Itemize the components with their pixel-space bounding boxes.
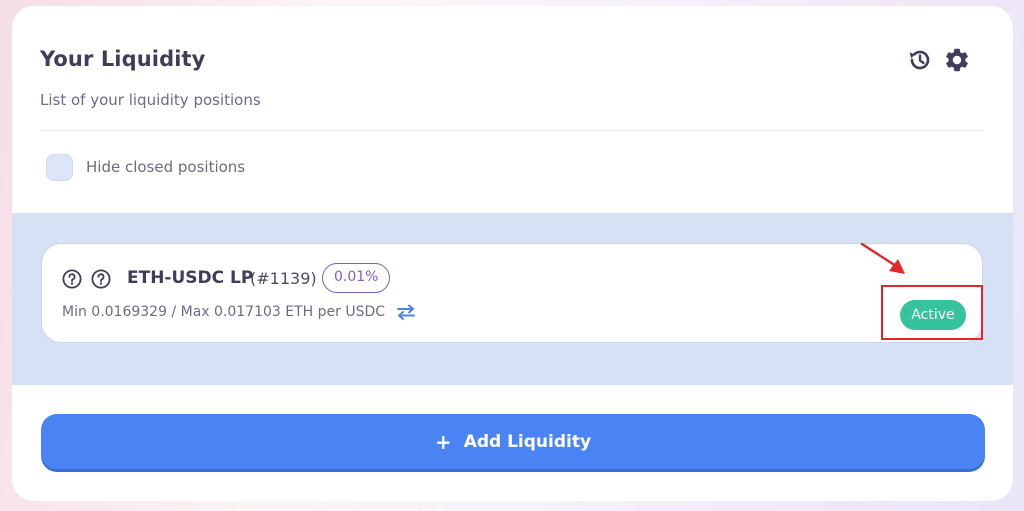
- history-icon[interactable]: [905, 46, 933, 74]
- question-circle-icon[interactable]: [62, 269, 82, 289]
- add-liquidity-label: Add Liquidity: [463, 431, 592, 452]
- page-title: Your Liquidity: [40, 47, 206, 71]
- page-subtitle: List of your liquidity positions: [40, 91, 261, 109]
- header-divider: [40, 130, 984, 131]
- price-range: Min 0.0169329 / Max 0.017103 ETH per USD…: [62, 304, 386, 320]
- position-pair-name: ETH-USDC LP: [127, 268, 254, 288]
- positions-list: ETH-USDC LP (#1139) 0.01% Min 0.0169329 …: [12, 213, 1013, 385]
- gear-icon[interactable]: [943, 46, 971, 74]
- annotation-highlight-box: [881, 285, 983, 340]
- fee-tier-badge: 0.01%: [322, 263, 391, 293]
- swap-arrows-icon[interactable]: [395, 303, 417, 321]
- position-card[interactable]: ETH-USDC LP (#1139) 0.01% Min 0.0169329 …: [41, 243, 983, 343]
- add-liquidity-button[interactable]: + Add Liquidity: [41, 414, 985, 469]
- hide-closed-label: Hide closed positions: [86, 158, 246, 176]
- liquidity-card: Your Liquidity List of your liquidity po…: [12, 6, 1013, 501]
- hide-closed-checkbox[interactable]: [46, 154, 73, 181]
- plus-icon: +: [434, 429, 452, 454]
- question-circle-icon[interactable]: [91, 269, 111, 289]
- position-id: (#1139): [250, 269, 317, 288]
